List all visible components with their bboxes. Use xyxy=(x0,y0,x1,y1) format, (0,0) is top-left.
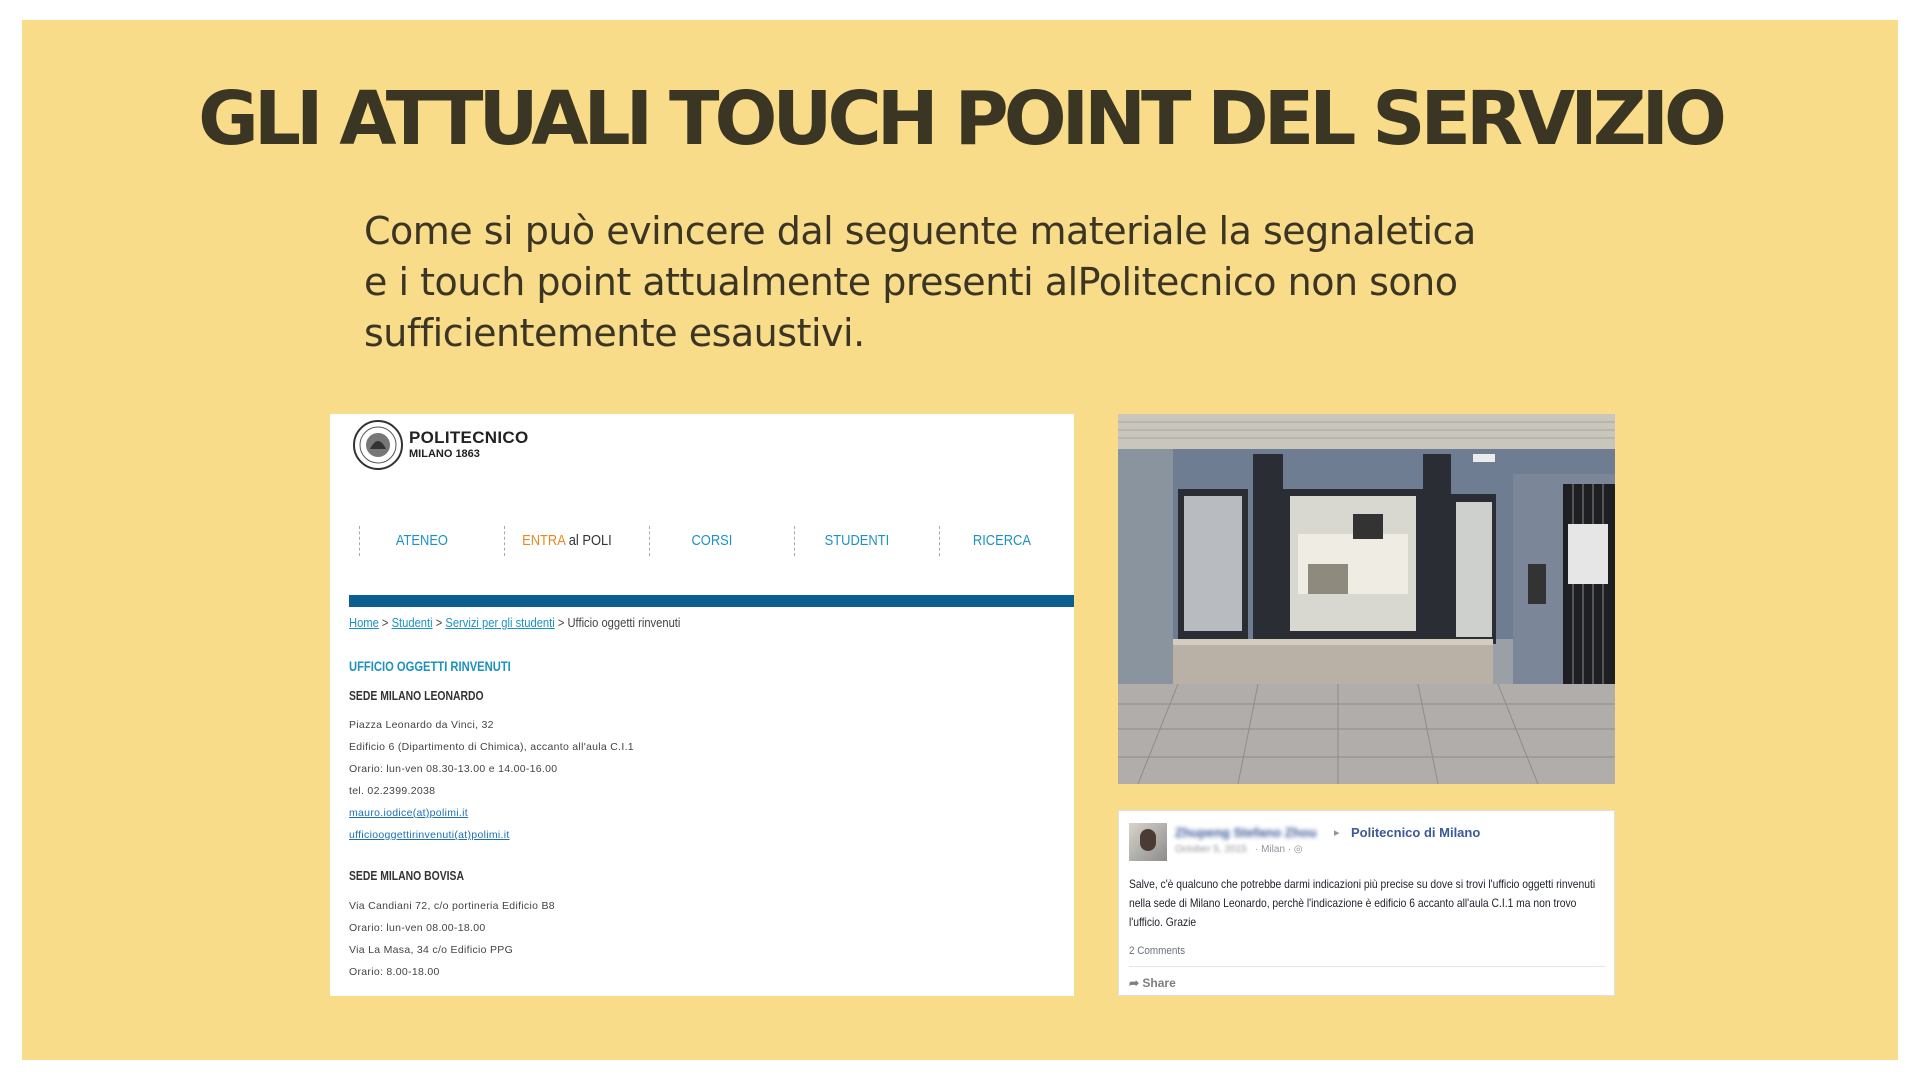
nav-divider-bar xyxy=(349,595,1074,607)
nav-corsi[interactable]: CORSI xyxy=(649,526,774,556)
breadcrumb-sep: > xyxy=(378,615,392,630)
breadcrumb-home[interactable]: Home xyxy=(349,615,379,630)
comments-link[interactable]: 2 Comments xyxy=(1129,945,1185,957)
leonardo-building: Edificio 6 (Dipartimento di Chimica), ac… xyxy=(349,741,634,753)
share-button[interactable]: ➦ Share xyxy=(1129,976,1176,990)
office-photo-illustration xyxy=(1118,414,1615,784)
leonardo-hours: Orario: lun-ven 08.30-13.00 e 14.00-16.0… xyxy=(349,763,558,775)
post-target-page[interactable]: Politecnico di Milano xyxy=(1351,825,1480,840)
breadcrumb-servizi[interactable]: Servizi per gli studenti xyxy=(445,615,554,630)
share-label: Share xyxy=(1142,976,1176,990)
bovisa-address-2: Via La Masa, 34 c/o Edificio PPG xyxy=(349,944,514,956)
slide-title: GLI ATTUALI TOUCH POINT DEL SERVIZIO xyxy=(198,76,1727,162)
breadcrumb: Home > Studenti > Servizi per gli studen… xyxy=(349,615,680,630)
breadcrumb-studenti[interactable]: Studenti xyxy=(392,615,433,630)
nav-entra-label: ENTRA xyxy=(522,532,566,549)
slide: GLI ATTUALI TOUCH POINT DEL SERVIZIO Com… xyxy=(22,20,1898,1060)
bovisa-address-1: Via Candiani 72, c/o portineria Edificio… xyxy=(349,900,555,912)
post-author[interactable]: Zhupeng Stefano Zhou xyxy=(1175,825,1317,840)
slide-intro: Come si può evincere dal seguente materi… xyxy=(364,206,1504,359)
intro-line-1: Come si può evincere dal seguente materi… xyxy=(364,209,1476,253)
post-location: · Milan · ◎ xyxy=(1255,844,1303,855)
leonardo-phone: tel. 02.2399.2038 xyxy=(349,785,436,797)
author-avatar[interactable] xyxy=(1129,823,1167,861)
politecnico-seal-icon xyxy=(353,420,403,470)
brand-subtitle: MILANO 1863 xyxy=(409,448,480,460)
intro-line-3: sufficientemente esaustivi. xyxy=(364,311,865,355)
bovisa-hours-1: Orario: lun-ven 08.00-18.00 xyxy=(349,922,486,934)
nav-ateneo[interactable]: ATENEO xyxy=(359,526,484,556)
main-nav: ATENEO ENTRA al POLI CORSI STUDENTI RICE… xyxy=(349,526,1074,556)
post-text: Salve, c'è qualcuno che potrebbe darmi i… xyxy=(1129,877,1596,929)
sede-bovisa-title: SEDE MILANO BOVISA xyxy=(349,868,464,883)
office-photo xyxy=(1118,414,1615,784)
leonardo-email-2[interactable]: ufficiooggettirinvenuti(at)polimi.it xyxy=(349,829,510,841)
nav-studenti[interactable]: STUDENTI xyxy=(794,526,919,556)
breadcrumb-current: Ufficio oggetti rinvenuti xyxy=(567,615,681,630)
leonardo-address: Piazza Leonardo da Vinci, 32 xyxy=(349,719,494,731)
post-divider xyxy=(1129,966,1606,967)
bovisa-hours-2: Orario: 8.00-18.00 xyxy=(349,966,440,978)
page-heading: UFFICIO OGGETTI RINVENUTI xyxy=(349,658,511,674)
nav-al-poli-label: al POLI xyxy=(565,532,612,549)
post-date[interactable]: October 5, 2015 xyxy=(1175,844,1247,855)
intro-line-2: e i touch point attualmente presenti alP… xyxy=(364,260,1458,304)
sede-leonardo-title: SEDE MILANO LEONARDO xyxy=(349,688,484,703)
website-screenshot: POLITECNICO MILANO 1863 ATENEO ENTRA al … xyxy=(330,414,1074,996)
triangle-right-icon: ▸ xyxy=(1334,827,1340,839)
nav-ricerca[interactable]: RICERCA xyxy=(939,526,1064,556)
avatar-face xyxy=(1140,829,1156,851)
brand-name: POLITECNICO xyxy=(409,428,529,447)
facebook-post: Zhupeng Stefano Zhou ▸ Politecnico di Mi… xyxy=(1118,810,1615,996)
leonardo-email-1[interactable]: mauro.iodice(at)polimi.it xyxy=(349,807,468,819)
share-arrow-icon: ➦ xyxy=(1129,976,1140,990)
breadcrumb-sep: > xyxy=(432,615,446,630)
nav-entra-al-poli[interactable]: ENTRA al POLI xyxy=(504,526,629,556)
breadcrumb-sep: > xyxy=(554,615,568,630)
